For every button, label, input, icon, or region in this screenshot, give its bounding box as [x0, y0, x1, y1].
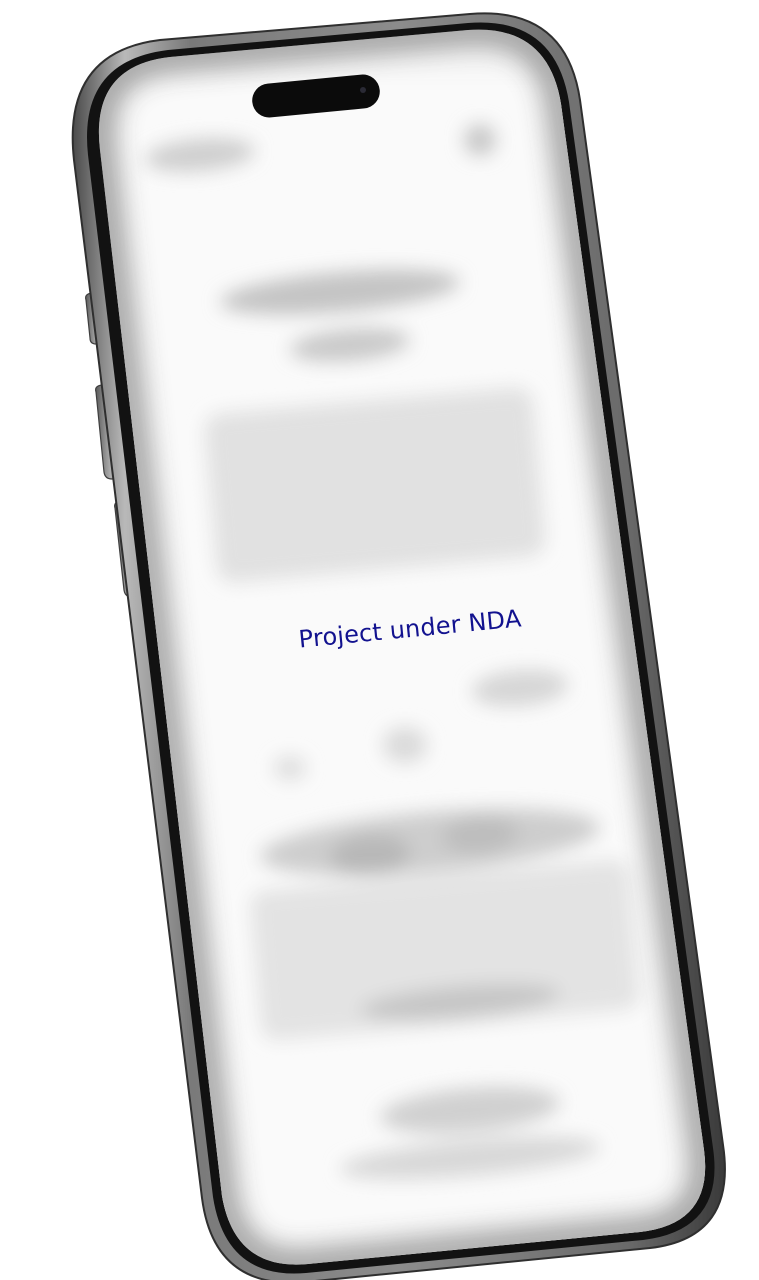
mockup-stage: Project under NDA [0, 0, 759, 1280]
